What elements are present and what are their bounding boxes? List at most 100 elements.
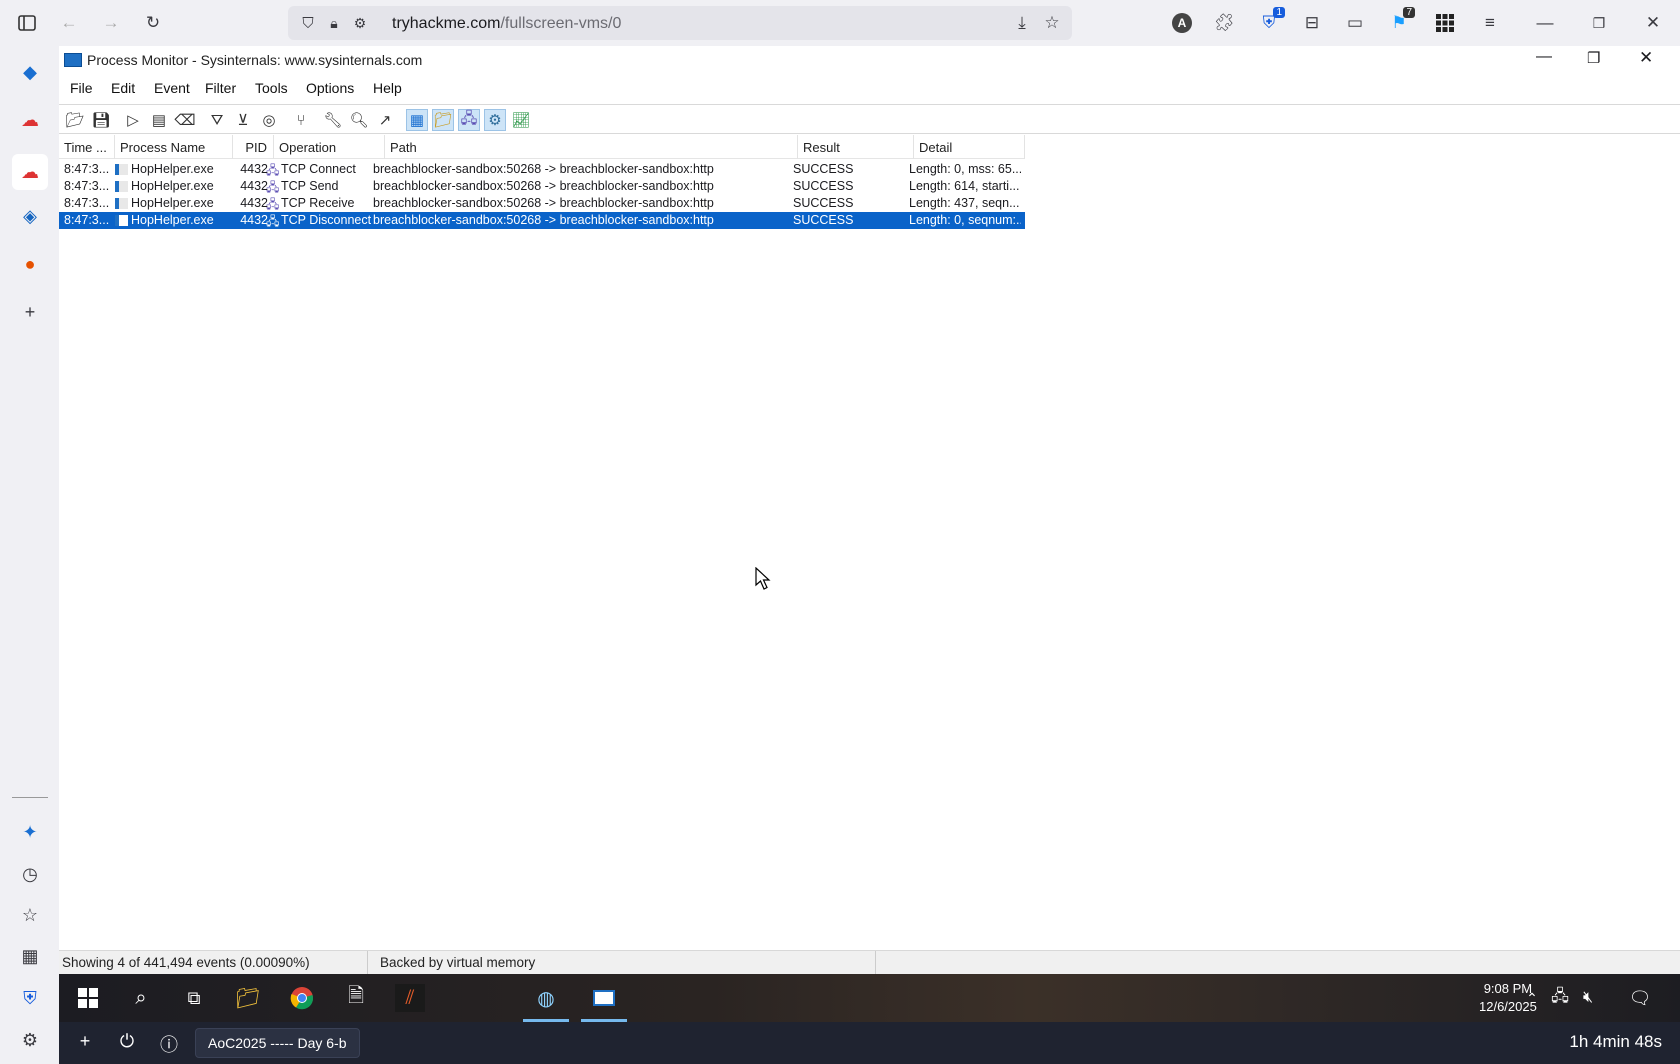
process-tree-icon[interactable]: ⑂ [290, 109, 312, 131]
bookmarks-star-icon[interactable]: ☆ [16, 901, 44, 929]
table-row[interactable]: 🖧︎ 8:47:3... HopHelper.exe 4432 TCP Receive b… [59, 195, 1025, 212]
bookmark-star-icon[interactable]: ☆ [1040, 11, 1064, 35]
col-operation[interactable]: Operation [274, 135, 385, 159]
clear-eraser-icon[interactable]: ⌫ [174, 109, 196, 131]
network-activity-icon[interactable]: 🖧︎ [458, 109, 480, 131]
col-result[interactable]: Result [798, 135, 914, 159]
sidebar-cloud-1-icon[interactable]: ☁︎ [16, 106, 44, 134]
sidebar-bitwarden-icon[interactable]: ⛨ [16, 984, 44, 1012]
extensions-icon[interactable]: 🧩︎ [1212, 11, 1236, 35]
notepad-icon[interactable]: 🗎︎ [341, 984, 371, 1012]
col-process-name[interactable]: Process Name [115, 135, 233, 159]
add-icon[interactable]: + [73, 1031, 97, 1052]
menu-tools[interactable]: Tools [255, 80, 288, 96]
col-path[interactable]: Path [385, 135, 798, 159]
apps-grid-icon[interactable] [1433, 11, 1457, 35]
shield-icon[interactable]: ⛉ [296, 11, 320, 35]
power-icon[interactable]: ⏻ [115, 1031, 139, 1052]
bitwarden-icon[interactable]: ⛨ 1 [1257, 7, 1285, 35]
url-bar[interactable]: ⛉ 🔒︎ ⚙︎ tryhackme.com/fullscreen-vms/0 ⤓… [288, 6, 1072, 40]
table-row[interactable]: 🖧︎ 8:47:3... HopHelper.exe 4432 TCP Send brea… [59, 178, 1025, 195]
target-icon[interactable]: ◎ [258, 109, 280, 131]
status-bar: Showing 4 of 441,494 events (0.00090%) B… [59, 950, 1680, 975]
col-pid[interactable]: PID [233, 135, 274, 159]
mouse-cursor-icon [755, 567, 771, 590]
autoscroll-icon[interactable]: ▤ [148, 109, 170, 131]
file-explorer-icon[interactable]: 📁︎ [233, 984, 263, 1012]
registry-activity-icon[interactable]: ▦ [406, 109, 428, 131]
volume-muted-icon[interactable]: 🔇︎ [1573, 984, 1603, 1012]
table-row[interactable]: 🖧︎ 8:47:3... HopHelper.exe 4432 TCP Connect b… [59, 161, 1025, 178]
highlight-filter-icon[interactable]: ⊻ [232, 109, 254, 131]
process-icon [115, 181, 128, 192]
info-icon[interactable]: ⓘ [157, 1031, 181, 1057]
sidebar-toggle-icon[interactable] [15, 11, 39, 35]
procmon-close-icon[interactable]: ✕ [1639, 48, 1653, 68]
menu-filter[interactable]: Filter [205, 80, 236, 96]
cell-operation: TCP Send [281, 179, 339, 193]
network-monitor-icon[interactable]: ◍ [523, 984, 569, 1022]
profiling-events-icon[interactable]: 📈︎ [510, 109, 532, 131]
chrome-icon[interactable] [287, 984, 317, 1012]
cell-pid: 4432 [240, 162, 268, 176]
save-icon[interactable]: 💾︎ [90, 109, 112, 131]
session-name[interactable]: AoC2025 ----- Day 6-b [195, 1028, 360, 1058]
cell-process: HopHelper.exe [131, 179, 214, 193]
properties-wrench-icon[interactable]: 🔧︎ [322, 109, 344, 131]
cell-time: 8:47:3... [64, 213, 110, 227]
procmon-taskbar-icon[interactable] [581, 984, 627, 1022]
session-timer: 1h 4min 48s [1569, 1032, 1662, 1051]
procmon-restore-icon[interactable]: ❐ [1587, 49, 1600, 67]
sidebar-add-icon[interactable]: + [16, 298, 44, 326]
filter-icon[interactable]: ⛛ [206, 109, 228, 131]
procmon-minimize-icon[interactable]: — [1536, 48, 1552, 66]
cell-pid: 4432 [240, 196, 268, 210]
menu-edit[interactable]: Edit [111, 80, 135, 96]
container-icon[interactable]: ⊟ [1300, 11, 1324, 35]
menu-options[interactable]: Options [306, 80, 354, 96]
minimize-icon[interactable]: — [1533, 11, 1557, 35]
reload-icon[interactable]: ↻ [141, 11, 165, 35]
task-view-icon[interactable]: ⧉ [179, 984, 209, 1012]
vm-screen[interactable]: Process Monitor - Sysinternals: www.sysi… [59, 46, 1680, 1064]
lock-icon[interactable]: 🔒︎ [322, 11, 346, 35]
start-windows-icon[interactable] [73, 984, 103, 1012]
process-thread-activity-icon[interactable]: ⚙︎ [484, 109, 506, 131]
close-icon[interactable]: ✕ [1641, 11, 1665, 35]
permissions-icon[interactable]: ⚙︎ [348, 11, 372, 35]
col-detail[interactable]: Detail [914, 135, 1025, 159]
restore-icon[interactable]: ❐ [1587, 11, 1611, 35]
table-row[interactable]: 🖧︎ 8:47:3... HopHelper.exe 4432 TCP Disconne… [59, 212, 1025, 229]
menu-icon[interactable]: ≡ [1478, 11, 1502, 35]
jump-to-icon[interactable]: ↗ [374, 109, 396, 131]
cell-time: 8:47:3... [64, 179, 110, 193]
col-time[interactable]: Time ... [59, 135, 115, 159]
filesystem-activity-icon[interactable]: 📁︎ [432, 109, 454, 131]
notifications-icon[interactable]: 🗨︎ [1625, 984, 1655, 1012]
network-tray-icon[interactable]: 🖧︎ [1545, 984, 1575, 1012]
ai-sparkle-icon[interactable]: ✦ [16, 818, 44, 846]
capture-icon[interactable]: ▷ [122, 109, 144, 131]
settings-gear-icon[interactable]: ⚙︎ [16, 1026, 44, 1054]
sidebar-duckduckgo-icon[interactable]: ● [16, 250, 44, 278]
taskbar-clock[interactable]: 9:08 PM 12/6/2025 [1479, 980, 1537, 1016]
forward-icon[interactable]: → [99, 11, 123, 35]
event-grid[interactable]: Time ... Process Name PID Operation Path… [59, 135, 1680, 949]
wireshark-like-icon[interactable]: ⫽ [395, 984, 425, 1012]
sidebar-layers-icon[interactable]: ◈ [16, 202, 44, 230]
history-icon[interactable]: ◷ [16, 860, 44, 888]
back-icon[interactable]: ← [57, 11, 81, 35]
sidebar-app-1-icon[interactable]: ◆ [16, 58, 44, 86]
find-icon[interactable]: 🔍︎ [348, 109, 370, 131]
sidebar-apps-icon[interactable]: ▦ [16, 942, 44, 970]
download-page-icon[interactable]: ⤓ [1010, 11, 1034, 35]
sidebar-cloud-2-icon[interactable]: ☁︎ [12, 154, 48, 190]
open-folder-icon[interactable]: 📂︎ [64, 109, 86, 131]
menu-file[interactable]: File [70, 80, 93, 96]
menu-event[interactable]: Event [154, 80, 190, 96]
account-icon[interactable]: A [1170, 11, 1194, 35]
tab-view-icon[interactable]: ▭ [1343, 11, 1367, 35]
taskbar-search-icon[interactable]: ⌕ [126, 984, 156, 1012]
menu-help[interactable]: Help [373, 80, 402, 96]
extension-badge-icon[interactable]: ⚑ 7 [1387, 7, 1415, 35]
